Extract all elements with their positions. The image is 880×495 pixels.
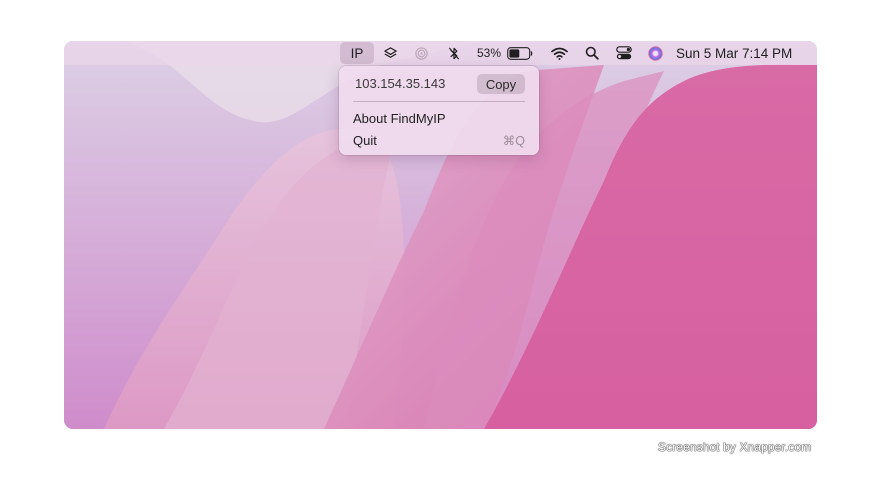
control-center-icon[interactable] [614,41,634,65]
bluetooth-off-icon[interactable] [444,41,464,65]
screenshot-caption: Screenshot by Xnapper.com [658,440,812,454]
menu-bar: IP 53% Sun 5 Mar 7:14 PM [64,41,817,65]
menu-separator [353,101,525,102]
menu-item-about[interactable]: About FindMyIP [353,111,446,126]
menu-item-quit[interactable]: Quit [353,133,377,148]
quit-shortcut: ⌘Q [502,134,525,148]
airdrop-icon[interactable] [411,41,431,65]
siri-icon[interactable] [645,41,665,65]
findmyip-dropdown-menu: 103.154.35.143 Copy About FindMyIP Quit … [339,66,539,155]
battery-icon[interactable] [506,41,534,65]
clock-text: Sun 5 Mar 7:14 PM [676,45,793,61]
ip-address-text: 103.154.35.143 [355,76,446,91]
battery-percent: 53% [476,46,502,60]
menu-bar-clock[interactable]: Sun 5 Mar 7:14 PM [676,41,800,65]
wifi-icon[interactable] [548,41,570,65]
search-icon[interactable] [582,41,602,65]
layers-icon[interactable] [380,41,400,65]
findmyip-label: IP [350,45,364,61]
findmyip-menu-button[interactable]: IP [340,42,374,64]
copy-button[interactable]: Copy [477,74,525,94]
